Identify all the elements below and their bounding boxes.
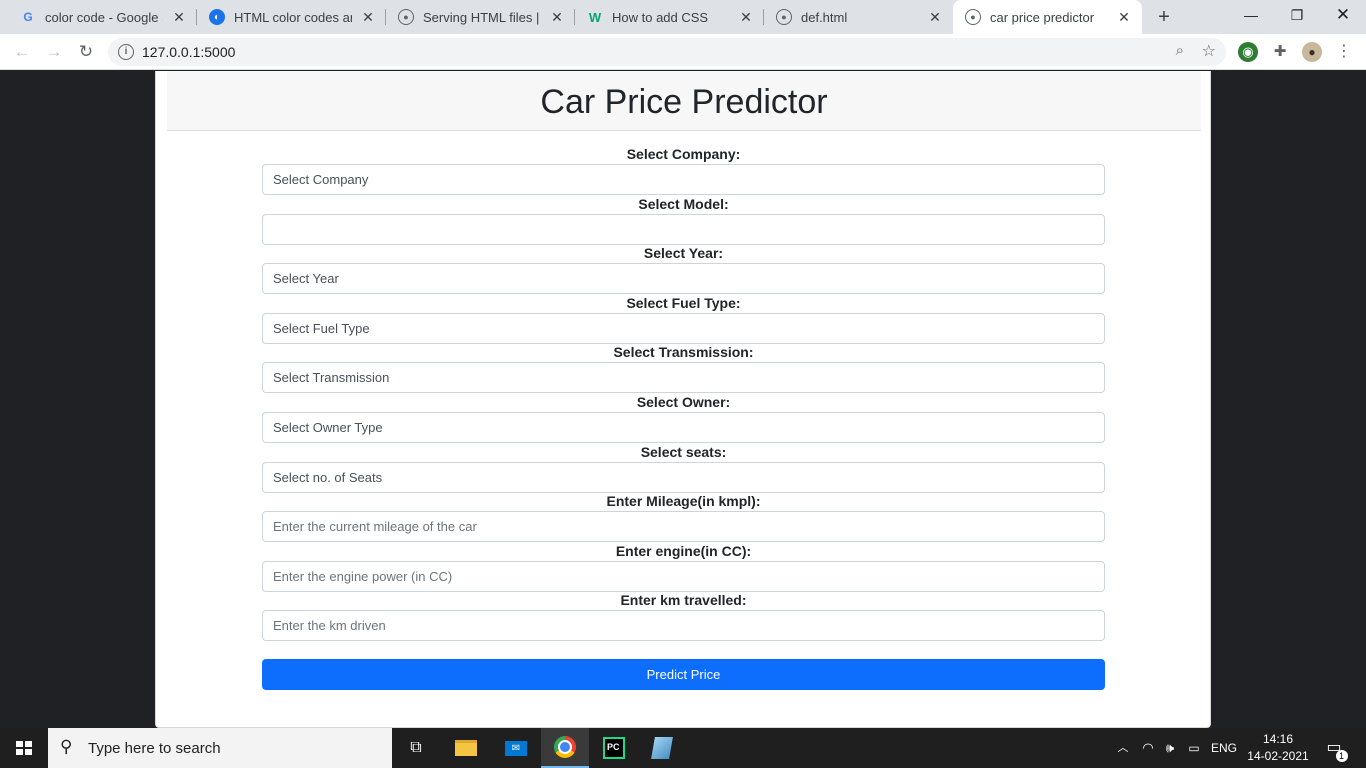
taskbar-search[interactable]: ⚲ Type here to search: [48, 728, 392, 768]
fuel-type-label: Select Fuel Type:: [626, 295, 741, 311]
battery-icon[interactable]: ▭: [1184, 728, 1204, 768]
company-field: Select Company: Select Company: [262, 145, 1105, 195]
tab-google[interactable]: G color code - Google Se ✕: [8, 0, 197, 34]
year-field: Select Year: Select Year: [262, 244, 1105, 294]
extension-globe-icon[interactable]: ◉: [1238, 42, 1258, 62]
page-viewport: Car Price Predictor Select Company: Sele…: [0, 71, 1366, 728]
mail-icon[interactable]: ✉: [492, 728, 540, 768]
mileage-field: Enter Mileage(in kmpl):: [262, 492, 1105, 542]
minimize-button[interactable]: —: [1228, 0, 1274, 32]
notification-badge: 1: [1335, 750, 1348, 762]
tab-title: color code - Google Se: [45, 9, 163, 25]
task-view-icon[interactable]: ⧉: [392, 728, 440, 768]
site-info-icon[interactable]: i: [118, 44, 134, 60]
browser-toolbar: ← → ↻ i 127.0.0.1:5000 ⌕ ☆ ◉ ✚ ● ⋮: [0, 34, 1366, 70]
tab-def-html[interactable]: ● def.html ✕: [764, 0, 953, 34]
tab-title: car price predictor: [990, 9, 1095, 25]
taskbar: ⚲ Type here to search ⧉ ✉ PC ︿ ◠ 🕪 ▭ ENG…: [0, 728, 1366, 768]
fuel-type-select[interactable]: Select Fuel Type: [262, 313, 1105, 344]
owner-label: Select Owner:: [636, 394, 731, 410]
clock[interactable]: 14:16 14-02-2021: [1246, 731, 1310, 765]
address-bar[interactable]: i 127.0.0.1:5000 ⌕ ☆: [108, 38, 1226, 66]
seats-field: Select seats: Select no. of Seats: [262, 443, 1105, 493]
search-icon: ⚲: [60, 737, 73, 756]
language-indicator[interactable]: ENG: [1208, 728, 1240, 768]
wifi-icon[interactable]: ◠: [1138, 728, 1158, 768]
km-label: Enter km travelled:: [620, 592, 747, 608]
tab-title: HTML color codes and: [234, 9, 352, 25]
close-tab-icon[interactable]: ✕: [549, 9, 565, 25]
engine-input[interactable]: [262, 561, 1105, 592]
owner-select[interactable]: Select Owner Type: [262, 412, 1105, 443]
company-select[interactable]: Select Company: [262, 164, 1105, 195]
owner-field: Select Owner: Select Owner Type: [262, 393, 1105, 443]
google-icon: G: [23, 10, 33, 24]
close-tab-icon[interactable]: ✕: [738, 9, 754, 25]
notepad-icon[interactable]: [638, 728, 686, 768]
tab-car-price-predictor[interactable]: ● car price predictor ✕: [953, 0, 1142, 34]
chevron-up-icon[interactable]: ︿: [1114, 728, 1132, 768]
w3schools-icon: W: [588, 9, 602, 25]
extensions-puzzle-icon[interactable]: ✚: [1270, 42, 1290, 62]
tab-title: How to add CSS: [612, 9, 709, 25]
windows-logo-icon: [16, 741, 32, 755]
reload-icon[interactable]: ↻: [74, 40, 98, 64]
globe-icon: ●: [398, 9, 414, 25]
model-label: Select Model:: [638, 196, 729, 212]
fuel-type-field: Select Fuel Type: Select Fuel Type: [262, 294, 1105, 344]
close-tab-icon[interactable]: ✕: [171, 9, 187, 25]
transmission-select[interactable]: Select Transmission: [262, 362, 1105, 393]
forward-arrow-icon[interactable]: →: [42, 40, 66, 64]
year-label: Select Year:: [643, 245, 724, 261]
year-select[interactable]: Select Year: [262, 263, 1105, 294]
volume-icon[interactable]: 🕪: [1160, 728, 1180, 768]
tab-serving-html[interactable]: ● Serving HTML files | Lea ✕: [386, 0, 575, 34]
notifications-icon[interactable]: ▭ 1: [1322, 728, 1348, 768]
seats-label: Select seats:: [640, 444, 727, 460]
mileage-input[interactable]: [262, 511, 1105, 542]
clock-date: 14-02-2021: [1247, 749, 1309, 763]
menu-kebab-icon[interactable]: ⋮: [1334, 42, 1354, 62]
pycharm-icon[interactable]: PC: [590, 728, 638, 768]
predictor-card: Car Price Predictor Select Company: Sele…: [155, 71, 1211, 728]
model-select[interactable]: [262, 214, 1105, 245]
card-header: Car Price Predictor: [167, 71, 1201, 131]
clock-time: 14:16: [1262, 732, 1294, 746]
tab-html-color-codes[interactable]: ◐ HTML color codes and ✕: [197, 0, 386, 34]
close-tab-icon[interactable]: ✕: [1116, 9, 1132, 25]
globe-icon: ●: [776, 9, 792, 25]
seats-select[interactable]: Select no. of Seats: [262, 462, 1105, 493]
close-window-button[interactable]: ✕: [1320, 0, 1366, 32]
search-placeholder: Type here to search: [88, 740, 221, 757]
chrome-icon[interactable]: [541, 728, 589, 768]
transmission-field: Select Transmission: Select Transmission: [262, 343, 1105, 393]
new-tab-button[interactable]: +: [1152, 5, 1176, 29]
tab-title: def.html: [801, 9, 848, 25]
close-tab-icon[interactable]: ✕: [927, 9, 943, 25]
close-tab-icon[interactable]: ✕: [360, 9, 376, 25]
tab-title: Serving HTML files | Lea: [423, 9, 541, 25]
tab-how-to-add-css[interactable]: W How to add CSS ✕: [575, 0, 764, 34]
company-label: Select Company:: [626, 146, 741, 162]
zoom-icon[interactable]: ⌕: [1176, 42, 1184, 59]
profile-avatar[interactable]: ●: [1302, 42, 1322, 62]
model-field: Select Model:: [262, 195, 1105, 245]
predict-price-button[interactable]: Predict Price: [262, 659, 1105, 690]
globe-icon: ●: [965, 9, 981, 25]
restore-button[interactable]: ❐: [1274, 0, 1320, 32]
file-explorer-icon[interactable]: [442, 728, 490, 768]
km-input[interactable]: [262, 610, 1105, 641]
km-field: Enter km travelled:: [262, 591, 1105, 641]
url-text[interactable]: 127.0.0.1:5000: [142, 44, 235, 60]
engine-label: Enter engine(in CC):: [615, 543, 752, 559]
htmlcolorcodes-icon: ◐: [209, 9, 225, 25]
page-title: Car Price Predictor: [540, 83, 828, 121]
transmission-label: Select Transmission:: [613, 344, 754, 360]
back-arrow-icon[interactable]: ←: [10, 40, 34, 64]
tab-strip: G color code - Google Se ✕ ◐ HTML color …: [0, 0, 1366, 34]
bookmark-star-icon[interactable]: ☆: [1202, 41, 1216, 61]
engine-field: Enter engine(in CC):: [262, 542, 1105, 592]
start-button[interactable]: [0, 728, 48, 768]
mileage-label: Enter Mileage(in kmpl):: [606, 493, 761, 509]
